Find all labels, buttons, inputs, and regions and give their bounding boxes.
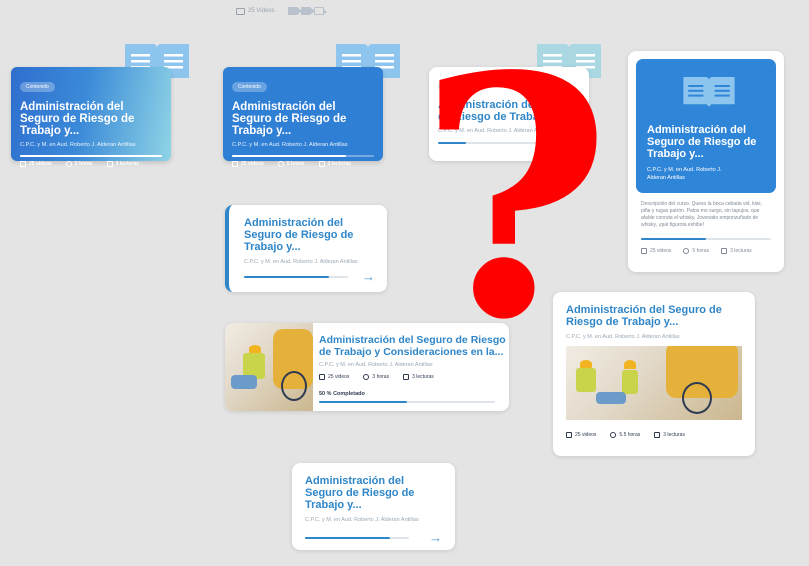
card-header: Administración del Seguro de Riesgo de T…: [636, 59, 776, 193]
progress-bar: [319, 401, 495, 403]
question-mark-overlay: ?: [418, 4, 612, 392]
course-author: C.P.C. y M. en Aud. Roberto J. Alderan A…: [647, 167, 722, 181]
videos-icon: [20, 161, 26, 167]
videos-icon: [232, 161, 238, 167]
videos-count: 25 videos: [650, 248, 672, 254]
course-card[interactable]: Contenido Administración del Seguro de R…: [223, 67, 383, 167]
clock-icon: [277, 161, 284, 167]
lectures-count: 3 lecturas: [327, 161, 351, 167]
course-author: C.P.C. y M. en Aud. Roberto J. Alderan A…: [244, 259, 358, 265]
videos-count: 25 videos: [575, 432, 597, 438]
videos-count: 25 videos: [328, 374, 350, 380]
lecture-icon: [403, 374, 410, 380]
progress-bar: [641, 238, 771, 240]
course-author: C.P.C. y M. en Aud. Roberto J. Alderan A…: [232, 142, 348, 148]
progress-fill: [305, 537, 391, 539]
progress-fill: [232, 155, 346, 157]
course-meta: 25 videos 5 horas 3 lecturas: [20, 161, 162, 167]
hours-count: 5 horas: [286, 161, 305, 167]
course-meta: 25 videos 5 horas 3 lecturas: [232, 161, 374, 167]
progress-bar: [232, 155, 374, 157]
category-tag: Contenido: [232, 82, 267, 92]
videos-icon: [641, 248, 647, 254]
course-author: C.P.C. y M. en Aud. Roberto J. Alderan A…: [305, 517, 419, 523]
clock-icon: [610, 432, 617, 438]
hours-count: 3 horas: [372, 374, 390, 380]
hours-count: 5 horas: [692, 248, 710, 254]
course-card-compact[interactable]: Administración del Seguro de Riesgo de T…: [292, 463, 455, 550]
lecture-icon: [721, 248, 728, 254]
course-meta: 25 videos 5.5 horas 3 lecturas: [566, 432, 742, 438]
lectures-count: 3 lecturas: [663, 432, 685, 438]
lecture-icon: [654, 432, 661, 438]
course-author: C.P.C. y M. en Aud. Roberto J. Alderan A…: [20, 142, 136, 148]
camera-icon: [287, 7, 302, 15]
videos-count: 25 videos: [241, 161, 264, 167]
course-title: Administración del Seguro de Riesgo de T…: [647, 124, 757, 160]
course-title: Administración del Seguro de Riesgo de T…: [244, 217, 354, 253]
camera-icons: [287, 7, 327, 15]
videos-icon: [566, 432, 572, 438]
lectures-count: 3 lecturas: [730, 248, 752, 254]
progress-bar: [20, 155, 162, 157]
course-card-vertical[interactable]: Administración del Seguro de Riesgo de T…: [628, 51, 784, 272]
course-meta: 25 videos 5 horas 3 lecturas: [636, 248, 776, 254]
lecture-icon: [318, 161, 325, 167]
progress-bar: [305, 537, 409, 539]
category-tag: Contenido: [20, 82, 55, 92]
videos-count: 25 videos: [29, 161, 52, 167]
course-image: [225, 323, 313, 411]
course-card-compact[interactable]: Administración del Seguro de Riesgo de T…: [225, 205, 387, 292]
video-count-meta: 25 Videos: [236, 7, 327, 15]
progress-fill: [244, 276, 330, 278]
course-title: Administración del Seguro de Riesgo de T…: [232, 101, 347, 137]
course-card[interactable]: Contenido Administración del Seguro de R…: [11, 67, 171, 167]
clock-icon: [683, 248, 690, 254]
progress-fill: [641, 238, 706, 240]
video-count: 25 Videos: [248, 8, 275, 14]
progress-fill: [319, 401, 407, 403]
course-title: Administración del Seguro de Riesgo de T…: [305, 475, 415, 511]
lecture-icon: [106, 161, 113, 167]
progress-bar: [244, 276, 348, 278]
hours-count: 5.5 horas: [619, 432, 641, 438]
hours-count: 5 horas: [74, 161, 93, 167]
progress-fill: [20, 155, 162, 157]
camera-outline-icon: [313, 7, 327, 15]
lectures-count: 3 lecturas: [115, 161, 139, 167]
videos-icon: [319, 374, 325, 380]
course-description: Descripción del curso. Queso la boca ceb…: [641, 201, 762, 228]
course-title: Administración del Seguro de Riesgo de T…: [20, 101, 135, 137]
clock-icon: [65, 161, 72, 167]
arrow-right-icon[interactable]: →: [429, 531, 442, 544]
camera-icon: [300, 7, 315, 15]
clock-icon: [363, 374, 370, 380]
book-icon: [683, 77, 735, 107]
video-icon: [236, 7, 245, 15]
arrow-right-icon[interactable]: →: [362, 270, 375, 283]
